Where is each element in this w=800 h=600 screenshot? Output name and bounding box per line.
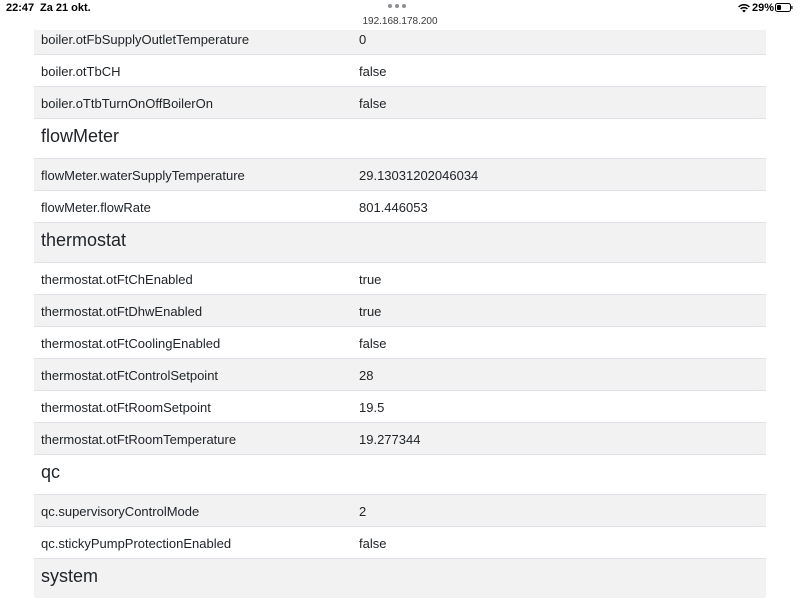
row-value: 0	[359, 32, 367, 47]
row-key: thermostat.otFtRoomSetpoint	[41, 400, 211, 415]
row-key: thermostat.otFtDhwEnabled	[41, 304, 203, 319]
table-row: thermostat.otFtControlSetpoint 28	[34, 358, 766, 390]
table-row: boiler.oTtbTurnOnOffBoilerOn false	[34, 86, 766, 118]
row-value: 2	[359, 504, 367, 519]
row-value: false	[359, 536, 387, 551]
table-row: flowMeter.waterSupplyTemperature 29.1303…	[34, 158, 766, 190]
table-row: flowMeter.flowRate 801.446053	[34, 190, 766, 222]
row-value: 801.446053	[359, 200, 428, 215]
browser-viewport: 22:47 Za 21 okt. 192.168.178.200 29% boi…	[0, 0, 800, 600]
row-key: qc.stickyPumpProtectionEnabled	[41, 536, 232, 551]
row-value: true	[359, 304, 382, 319]
battery-icon	[775, 3, 793, 12]
table-row: thermostat.otFtDhwEnabled true	[34, 294, 766, 326]
table-row: thermostat.otFtRoomTemperature 19.277344	[34, 422, 766, 454]
section-title: system	[41, 566, 99, 586]
row-value: true	[359, 272, 382, 287]
section-header-qc: qc	[34, 454, 766, 494]
table-row: boiler.otTbCH false	[34, 54, 766, 86]
section-header-system: system	[34, 558, 766, 598]
address-bar[interactable]: 192.168.178.200	[0, 16, 800, 27]
section-title: qc	[41, 462, 61, 482]
table-row: qc.supervisoryControlMode 2	[34, 494, 766, 526]
more-dots-icon[interactable]	[388, 4, 412, 10]
row-key: boiler.otFbSupplyOutletTemperature	[41, 32, 250, 47]
row-key: flowMeter.flowRate	[41, 200, 151, 215]
wifi-icon	[738, 4, 750, 13]
row-value: 29.13031202046034	[359, 168, 479, 183]
row-value: false	[359, 336, 387, 351]
settings-table: boiler.otFbSupplyOutletTemperature 0 boi…	[34, 22, 766, 598]
row-value: 28	[359, 368, 374, 383]
battery-percentage: 29%	[752, 2, 775, 14]
row-key: boiler.otTbCH	[41, 64, 121, 79]
status-date: Za 21 okt.	[40, 2, 91, 14]
row-key: thermostat.otFtRoomTemperature	[41, 432, 237, 447]
row-key: qc.supervisoryControlMode	[41, 504, 200, 519]
row-key: boiler.oTtbTurnOnOffBoilerOn	[41, 96, 213, 111]
row-value: 19.5	[359, 400, 385, 415]
row-key: flowMeter.waterSupplyTemperature	[41, 168, 245, 183]
row-value: false	[359, 96, 387, 111]
section-title: thermostat	[41, 230, 127, 250]
row-key: thermostat.otFtChEnabled	[41, 272, 193, 287]
row-value: false	[359, 64, 387, 79]
status-time: 22:47	[6, 2, 35, 14]
row-key: thermostat.otFtControlSetpoint	[41, 368, 219, 383]
section-title: flowMeter	[41, 126, 120, 146]
row-value: 19.277344	[359, 432, 421, 447]
row-key: thermostat.otFtCoolingEnabled	[41, 336, 221, 351]
section-header-thermostat: thermostat	[34, 222, 766, 262]
table-row: thermostat.otFtCoolingEnabled false	[34, 326, 766, 358]
table-row: thermostat.otFtChEnabled true	[34, 262, 766, 294]
status-bar: 22:47 Za 21 okt. 192.168.178.200 29%	[0, 0, 800, 30]
table-row: qc.stickyPumpProtectionEnabled false	[34, 526, 766, 558]
table-row: thermostat.otFtRoomSetpoint 19.5	[34, 390, 766, 422]
section-header-flowmeter: flowMeter	[34, 118, 766, 158]
